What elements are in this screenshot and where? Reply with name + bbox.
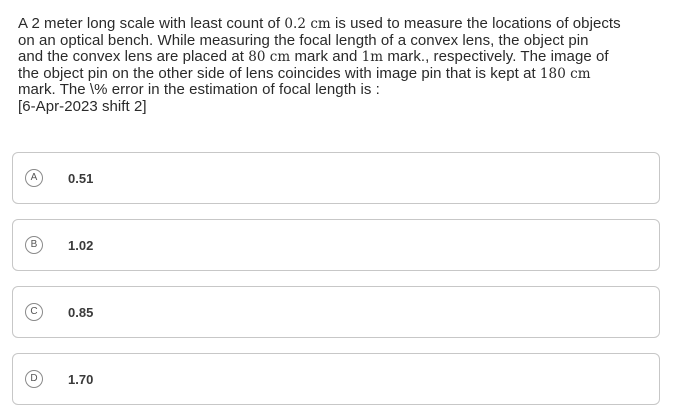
question-line: mark. The \% error in the estimation of …: [18, 81, 380, 99]
question-line: A 2 meter long scale with least count of…: [18, 15, 663, 33]
answer-options: A 0.51 B 1.02 C 0.85 D 1.70: [12, 152, 660, 420]
option-letter-badge: B: [25, 236, 43, 254]
option-value: 0.51: [68, 171, 94, 186]
option-letter-badge: D: [25, 370, 43, 388]
question-text-fragment: A 2 meter long scale with least count of: [18, 15, 285, 32]
option-value: 1.70: [68, 372, 94, 387]
question-text-fragment: is used to measure the locations of obje…: [330, 15, 621, 32]
math-value: 180 cm: [539, 65, 591, 82]
math-value: 80 cm: [248, 49, 291, 66]
option-value: 0.85: [68, 305, 94, 320]
question-text: A 2 meter long scale with least count of…: [18, 15, 663, 116]
option-a[interactable]: A 0.51: [12, 152, 660, 204]
option-letter-badge: C: [25, 303, 43, 321]
question-text-fragment: mark., respectively. The image of: [383, 48, 609, 66]
option-d[interactable]: D 1.70: [12, 353, 660, 405]
option-letter-badge: A: [25, 169, 43, 187]
question-line: and the convex lens are placed at 80 cm …: [18, 48, 663, 66]
exam-reference: [6-Apr-2023 shift 2]: [18, 97, 147, 115]
math-value: 1m: [361, 49, 384, 66]
question-text-fragment: and the convex lens are placed at: [18, 48, 249, 66]
question-text-fragment: the object pin on the other side of lens…: [18, 64, 540, 82]
question-text-fragment: mark and: [290, 48, 362, 66]
math-value: 0.2 cm: [284, 16, 331, 32]
option-b[interactable]: B 1.02: [12, 219, 660, 271]
option-c[interactable]: C 0.85: [12, 286, 660, 338]
question-line: the object pin on the other side of lens…: [18, 64, 663, 83]
option-value: 1.02: [68, 238, 94, 253]
question-line: on an optical bench. While measuring the…: [18, 31, 589, 49]
